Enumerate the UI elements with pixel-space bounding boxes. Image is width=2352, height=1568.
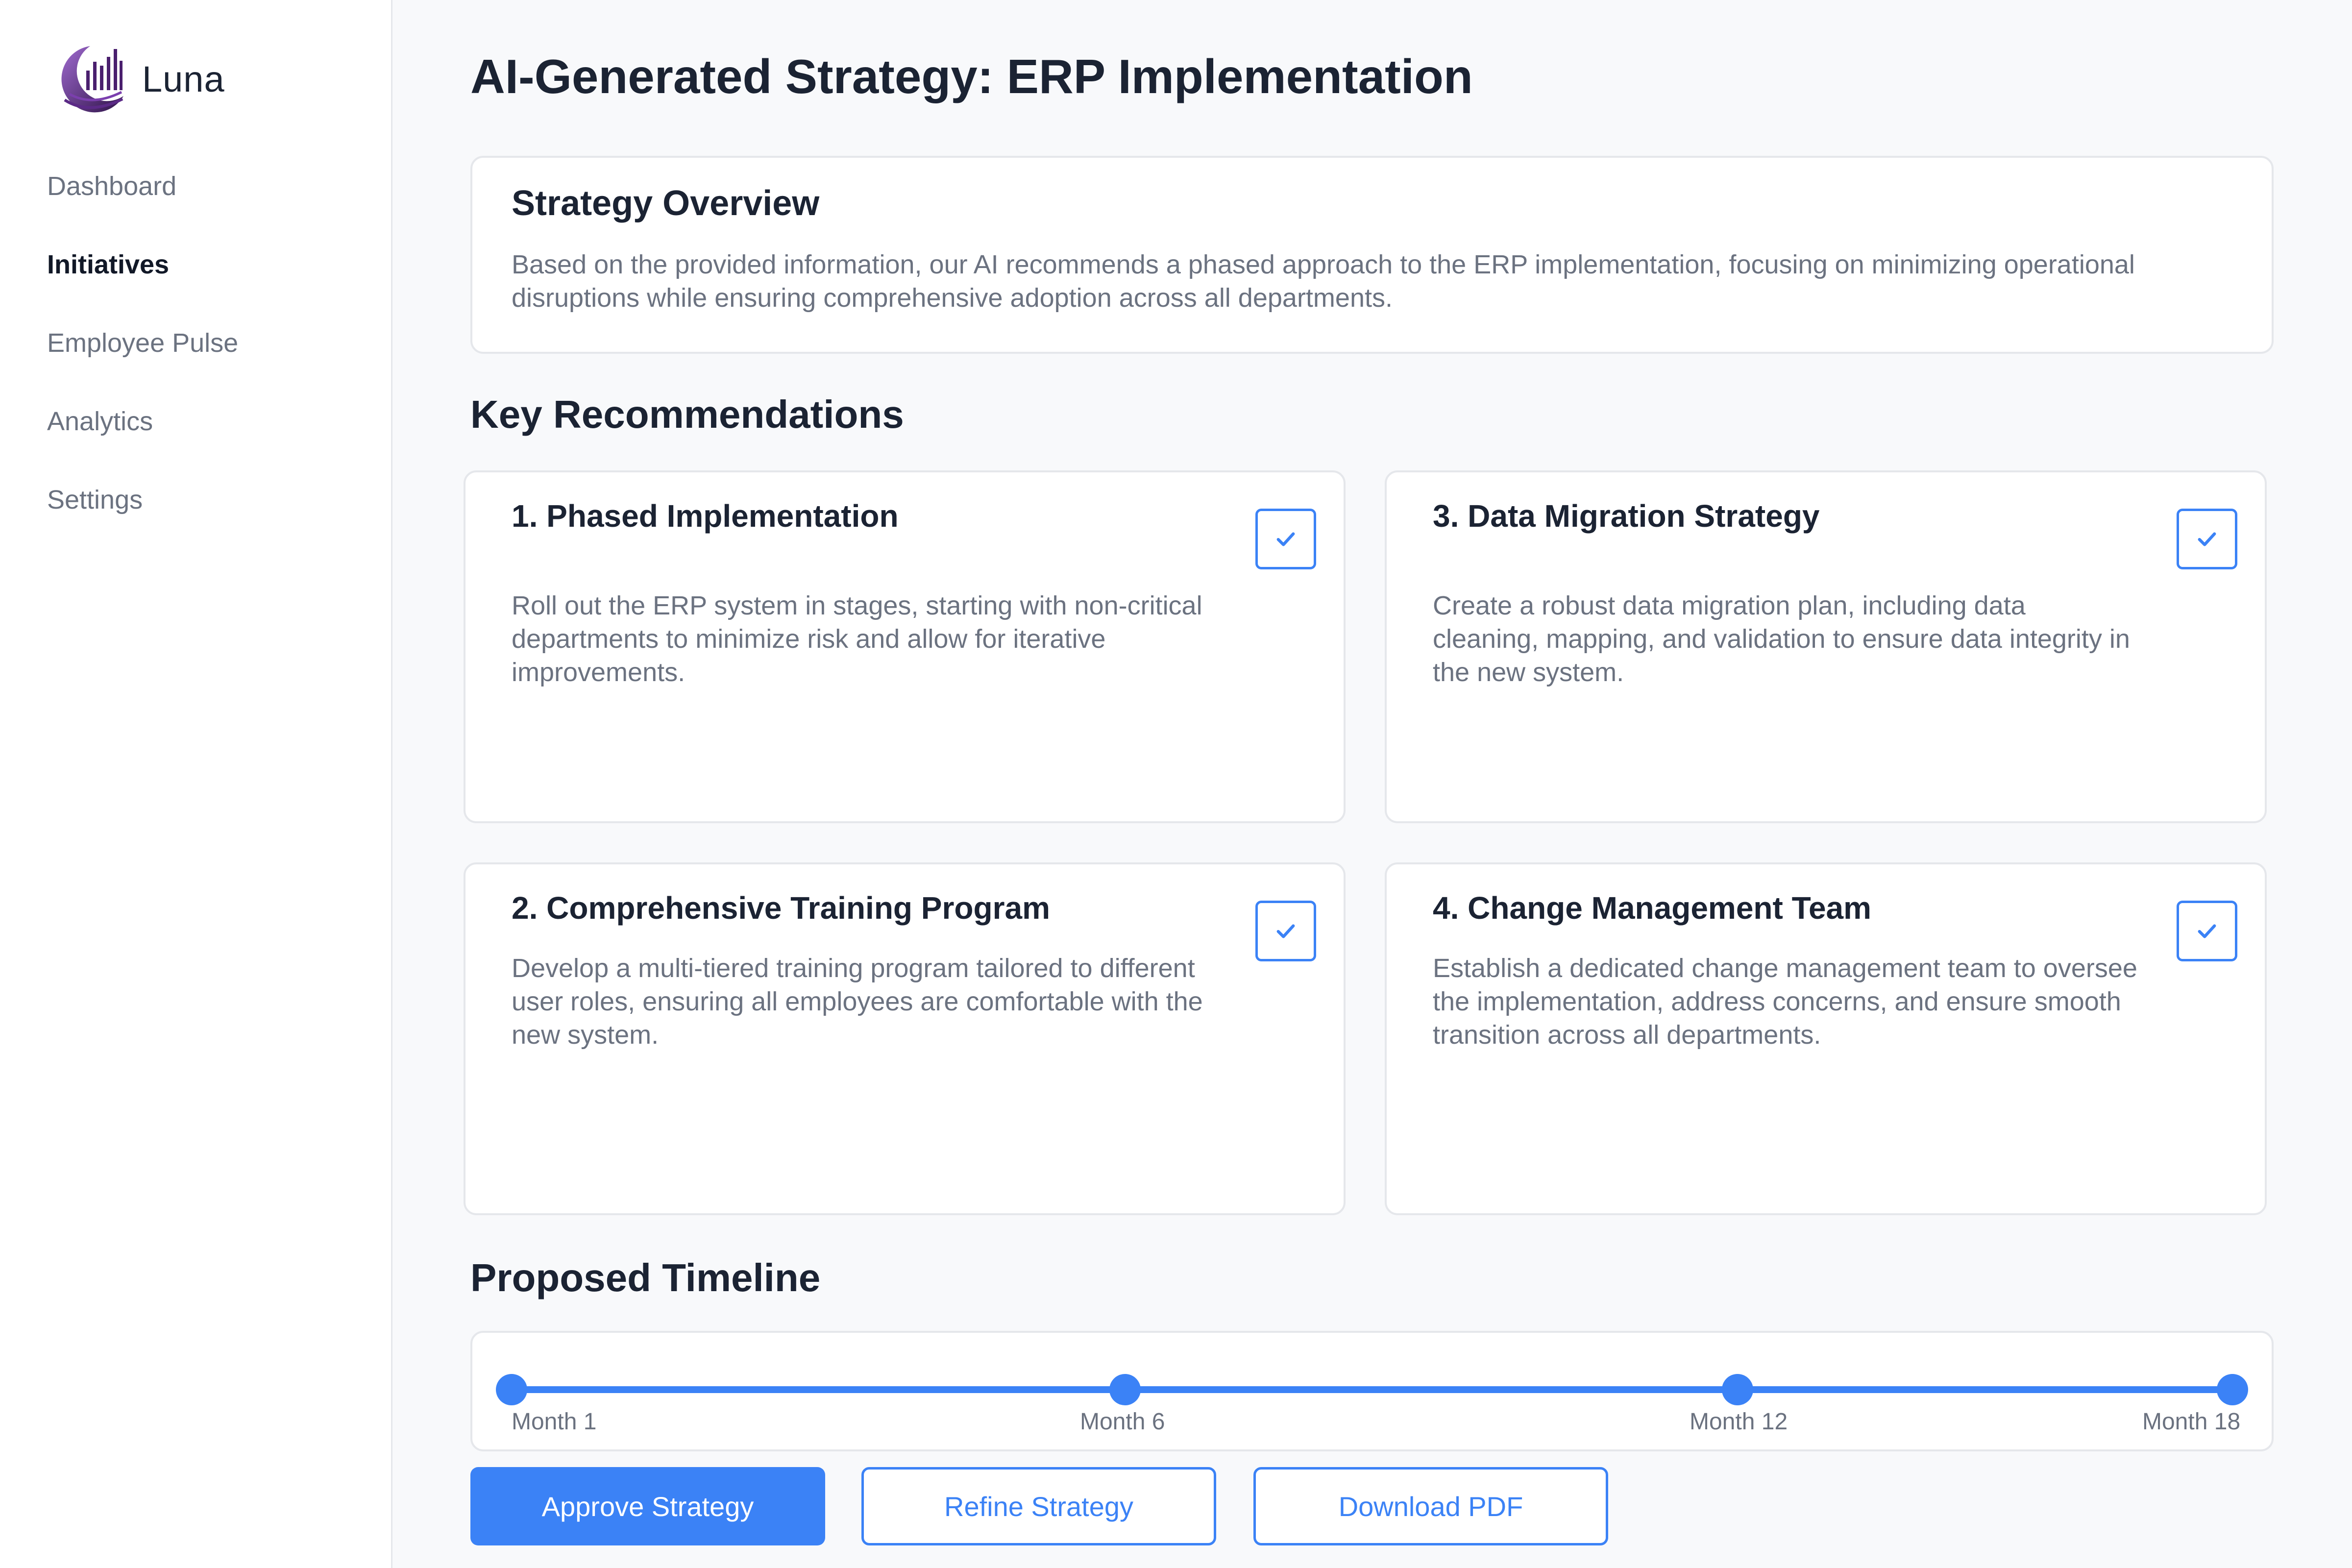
- overview-title: Strategy Overview: [512, 184, 820, 223]
- refine-strategy-button[interactable]: Refine Strategy: [861, 1467, 1216, 1545]
- recommendation-title: 3. Data Migration Strategy: [1433, 498, 1820, 534]
- checkmark-icon: [2198, 924, 2216, 938]
- recommendation-checkbox[interactable]: [2177, 509, 2237, 569]
- timeline-milestone-dot: [496, 1374, 527, 1405]
- recommendation-description: Develop a multi-tiered training program …: [512, 954, 1203, 1050]
- recommendation-card-training-program: 2. Comprehensive Training Program Develo…: [464, 862, 1346, 1215]
- recommendation-title: 1. Phased Implementation: [512, 498, 899, 534]
- sidebar-item-initiatives[interactable]: Initiatives: [47, 245, 238, 323]
- recommendation-checkbox[interactable]: [1255, 509, 1316, 569]
- recommendation-description: Establish a dedicated change management …: [1433, 954, 2137, 1050]
- recommendation-card-data-migration: 3. Data Migration Strategy Create a robu…: [1385, 470, 2267, 823]
- timeline-milestone-dot: [1722, 1374, 1753, 1405]
- sidebar: Luna Dashboard Initiatives Employee Puls…: [0, 0, 392, 1568]
- sidebar-item-dashboard[interactable]: Dashboard: [47, 167, 238, 245]
- timeline-track: [496, 1374, 2248, 1405]
- logo[interactable]: Luna: [45, 42, 225, 116]
- page-title: AI-Generated Strategy: ERP Implementatio…: [470, 49, 1473, 103]
- recommendations-title: Key Recommendations: [470, 392, 904, 436]
- sidebar-nav: Dashboard Initiatives Employee Pulse Ana…: [47, 167, 238, 559]
- timeline-milestone-label: Month 12: [1690, 1409, 1788, 1435]
- timeline-title: Proposed Timeline: [470, 1256, 821, 1299]
- recommendation-description: Create a robust data migration plan, inc…: [1433, 591, 2130, 687]
- timeline-milestone-label: Month 18: [2142, 1409, 2241, 1435]
- approve-strategy-button[interactable]: Approve Strategy: [470, 1467, 825, 1545]
- recommendation-description: Roll out the ERP system in stages, start…: [512, 591, 1202, 687]
- checkmark-icon: [2198, 532, 2216, 546]
- strategy-overview-card: Strategy Overview Based on the provided …: [470, 156, 2274, 354]
- recommendation-card-phased-implementation: 1. Phased Implementation Roll out the ER…: [464, 470, 1346, 823]
- timeline-milestone-label: Month 6: [1080, 1409, 1165, 1435]
- recommendation-title: 4. Change Management Team: [1433, 890, 1872, 926]
- download-pdf-button[interactable]: Download PDF: [1253, 1467, 1608, 1545]
- recommendation-checkbox[interactable]: [2177, 901, 2237, 961]
- overview-text: Based on the provided information, our A…: [512, 250, 2135, 313]
- recommendation-checkbox[interactable]: [1255, 901, 1316, 961]
- recommendation-card-change-management: 4. Change Management Team Establish a de…: [1385, 862, 2267, 1215]
- timeline-milestone-dot: [2217, 1374, 2248, 1405]
- checkmark-icon: [1276, 532, 1295, 546]
- timeline-milestone-dot: [1109, 1374, 1141, 1405]
- sidebar-item-settings[interactable]: Settings: [47, 480, 238, 559]
- checkmark-icon: [1276, 924, 1295, 938]
- app-name: Luna: [142, 58, 225, 99]
- luna-logo-icon: [61, 46, 123, 113]
- sidebar-item-analytics[interactable]: Analytics: [47, 402, 238, 480]
- sidebar-item-employee-pulse[interactable]: Employee Pulse: [47, 323, 238, 402]
- main-content: AI-Generated Strategy: ERP Implementatio…: [464, 0, 2274, 1568]
- timeline-milestone-label: Month 1: [512, 1409, 597, 1435]
- recommendation-title: 2. Comprehensive Training Program: [512, 890, 1050, 926]
- timeline-card: Month 1 Month 6 Month 12 Month 18: [470, 1331, 2274, 1451]
